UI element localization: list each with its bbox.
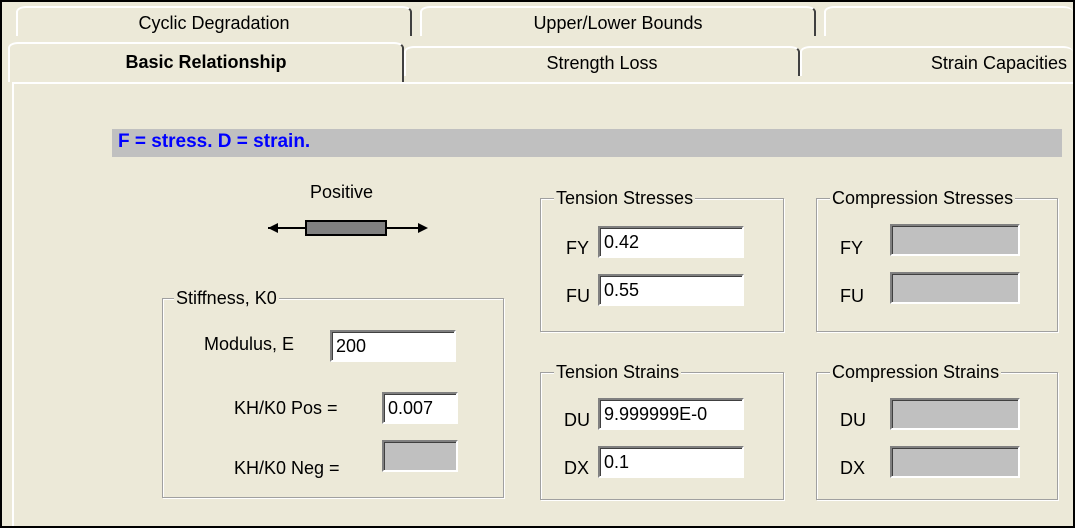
compression-fy-label: FY	[840, 238, 864, 258]
tension-stresses-group	[540, 198, 784, 332]
compression-dx-label: DX	[840, 458, 866, 478]
modulus-field[interactable]: 200	[330, 330, 456, 362]
kh-neg-label: KH/K0 Neg =	[234, 458, 340, 478]
banner-text: F = stress. D = strain.	[118, 131, 311, 152]
tension-dx-field[interactable]: 0.1	[598, 446, 744, 478]
tension-arrow-icon	[268, 220, 428, 236]
tab-strength-loss[interactable]: Strength Loss	[404, 46, 800, 76]
tab-cyclic-degradation[interactable]: Cyclic Degradation	[16, 6, 412, 36]
tension-fu-field[interactable]: 0.55	[598, 274, 744, 306]
tab-basic-relationship[interactable]: Basic Relationship	[8, 42, 404, 82]
compression-stresses-group	[816, 198, 1058, 332]
tension-strains-title: Tension Strains	[554, 362, 682, 383]
tab-strain-capacities[interactable]: Strain Capacities	[800, 46, 1073, 76]
tension-du-label: DU	[564, 410, 590, 430]
kh-pos-label: KH/K0 Pos =	[234, 398, 338, 418]
compression-du-field	[890, 398, 1020, 430]
direction-label: Positive	[310, 182, 374, 202]
tension-fy-field[interactable]: 0.42	[598, 226, 744, 258]
info-banner: F = stress. D = strain.	[112, 129, 1062, 157]
dialog-frame: Cyclic Degradation Upper/Lower Bounds Ba…	[0, 0, 1075, 528]
tab-row-filler	[824, 6, 1073, 36]
compression-stresses-title: Compression Stresses	[830, 188, 1016, 209]
compression-strains-group	[816, 372, 1058, 500]
compression-fu-field	[890, 272, 1020, 304]
tension-strains-group	[540, 372, 784, 500]
compression-du-label: DU	[840, 410, 866, 430]
tension-fy-label: FY	[566, 238, 590, 258]
tension-stresses-title: Tension Stresses	[554, 188, 696, 209]
compression-fu-label: FU	[840, 286, 864, 306]
tension-du-field[interactable]: 9.999999E-0	[598, 398, 744, 430]
tension-fu-label: FU	[566, 286, 590, 306]
compression-strains-title: Compression Strains	[830, 362, 1002, 383]
compression-dx-field	[890, 446, 1020, 478]
kh-neg-field	[382, 440, 458, 472]
compression-fy-field	[890, 224, 1020, 256]
kh-pos-field[interactable]: 0.007	[382, 392, 458, 424]
tension-dx-label: DX	[564, 458, 590, 478]
modulus-label: Modulus, E	[204, 334, 295, 354]
stiffness-group-title: Stiffness, K0	[174, 288, 279, 309]
tab-upper-lower-bounds[interactable]: Upper/Lower Bounds	[420, 6, 816, 36]
